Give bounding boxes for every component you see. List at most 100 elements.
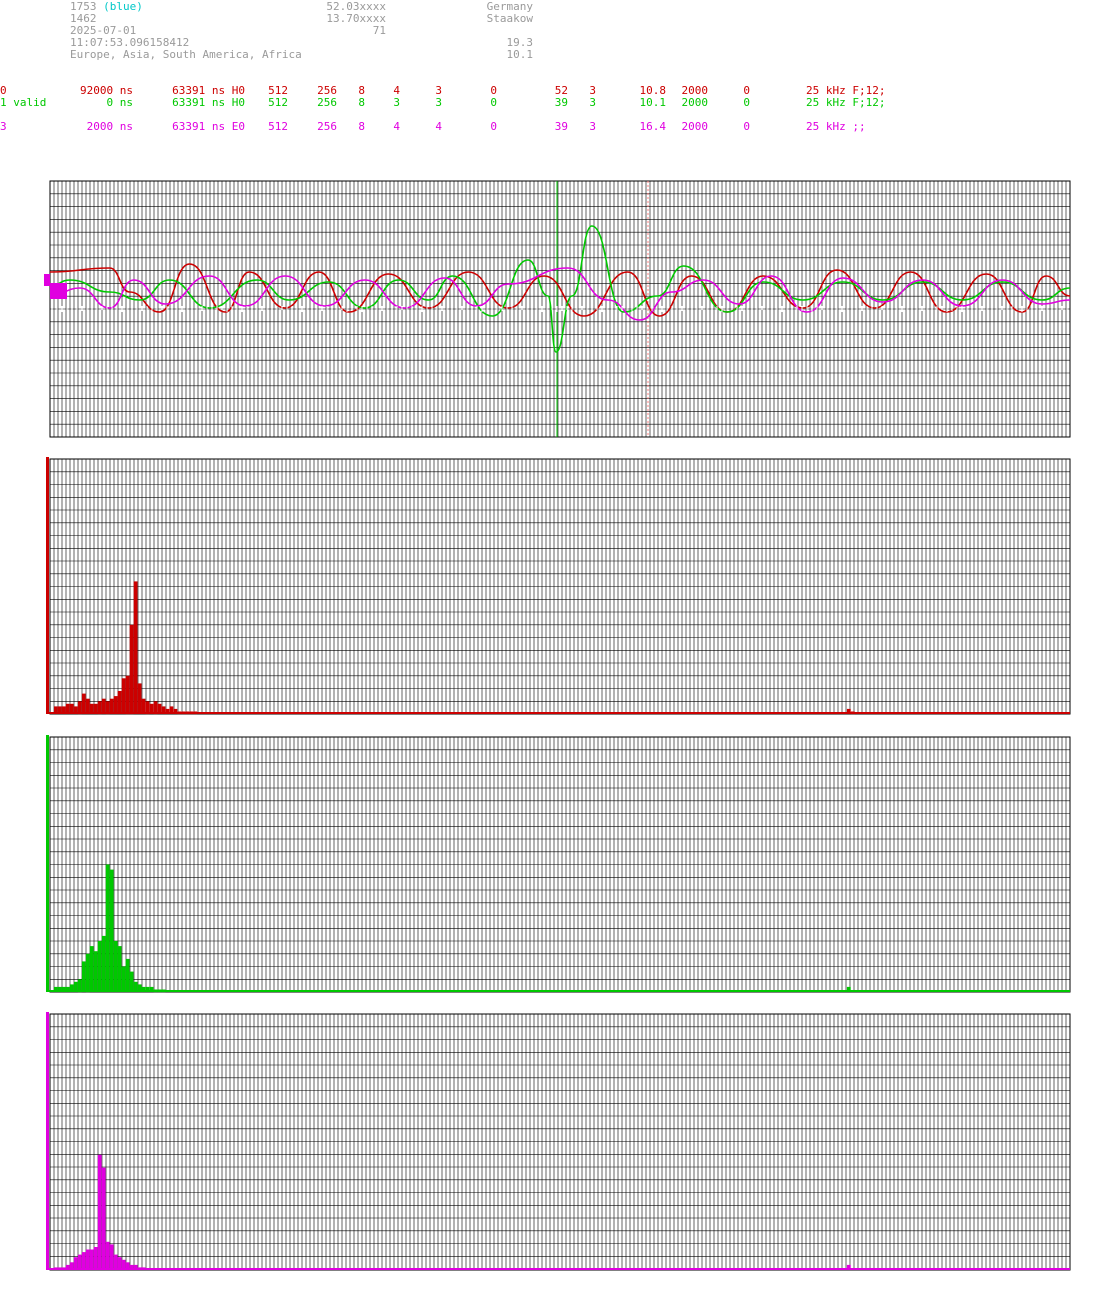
histogram-bar	[121, 1259, 126, 1270]
histogram-bar	[54, 986, 58, 992]
histogram-bar	[153, 989, 158, 993]
histogram-bar	[73, 1257, 78, 1270]
histogram-bar	[137, 984, 142, 992]
histogram-bar	[185, 711, 190, 715]
histogram-bar	[157, 703, 162, 714]
histogram-bar	[113, 696, 118, 714]
histogram-bar	[169, 706, 174, 714]
histogram-bar	[193, 711, 198, 715]
histogram-bar	[157, 989, 162, 993]
histogram-bar	[129, 971, 134, 992]
grid-lines	[49, 458, 1071, 715]
histogram-bar	[113, 941, 118, 992]
histogram-bar	[117, 946, 122, 992]
histogram-bar	[85, 953, 90, 993]
histogram-bar	[109, 869, 114, 992]
histogram-bar	[69, 703, 74, 714]
histogram-axis-bar	[46, 735, 49, 992]
histogram-bar	[97, 701, 102, 715]
histogram-bar	[85, 698, 90, 714]
histogram-bar	[133, 581, 138, 714]
histogram-bar	[177, 711, 182, 715]
charts-canvas	[44, 180, 1071, 1271]
histogram-bar	[846, 986, 851, 992]
histogram-bar	[101, 1167, 106, 1270]
histogram-bar	[129, 1264, 134, 1270]
histogram-bar	[93, 951, 98, 992]
histogram-bar	[62, 1267, 66, 1270]
histogram-bar	[73, 981, 78, 992]
histogram-bar	[105, 864, 110, 992]
histogram-bar	[153, 701, 158, 715]
histogram-bar	[109, 1244, 114, 1270]
histogram-bar	[173, 708, 178, 714]
histogram-bar	[93, 1247, 98, 1270]
histogram-bar	[89, 703, 94, 714]
grid-lines	[49, 736, 1071, 993]
histogram-bar	[85, 1249, 90, 1270]
histogram-bar	[850, 711, 855, 715]
histogram-bar	[117, 1257, 122, 1270]
histogram-bar	[101, 698, 106, 714]
histogram-bar	[145, 701, 150, 715]
histogram-bar	[137, 683, 142, 714]
histogram-bar	[105, 701, 110, 715]
histogram-baseline	[46, 712, 1070, 714]
histogram-bar	[129, 624, 134, 715]
histogram-bar	[54, 706, 58, 714]
histogram-bar	[65, 986, 70, 992]
histogram-bar	[141, 986, 146, 992]
histogram-bar	[145, 986, 150, 992]
histogram-bar	[69, 1262, 74, 1270]
histogram-bar	[81, 961, 86, 992]
histogram-bar	[125, 1262, 130, 1270]
histogram-bar	[109, 698, 114, 714]
histogram-bar	[81, 1252, 86, 1270]
histogram-bar	[141, 1267, 146, 1270]
histogram-bar	[69, 984, 74, 992]
histogram-bar	[97, 1154, 102, 1270]
histogram-bar	[77, 701, 82, 715]
histogram-baseline	[46, 1268, 1070, 1270]
histogram-bar	[161, 706, 166, 714]
histogram-bar	[58, 706, 62, 714]
histogram-bar	[93, 703, 98, 714]
histogram-bar	[846, 1264, 851, 1270]
histogram-bar	[133, 1264, 138, 1270]
histogram-bar	[121, 678, 126, 714]
histogram-bar	[58, 986, 62, 992]
histogram-axis-bar	[46, 1012, 49, 1270]
histogram-bar	[62, 986, 66, 992]
histogram-bar	[97, 941, 102, 992]
histogram-axis-bar	[46, 457, 49, 714]
histogram-bar	[77, 1254, 82, 1270]
histogram-baseline	[46, 990, 1070, 992]
histogram-bar	[89, 946, 94, 992]
histogram-bar	[65, 1264, 70, 1270]
histogram-bar	[149, 986, 154, 992]
histogram-bar	[149, 703, 154, 714]
histogram-bar	[81, 693, 86, 714]
histogram-bar	[77, 979, 82, 993]
histogram-bar	[125, 675, 130, 715]
histogram-bar	[54, 1267, 58, 1270]
histogram-bar	[89, 1249, 94, 1270]
histogram-bar	[181, 711, 186, 715]
histogram-bar	[62, 706, 66, 714]
histogram-bar	[121, 966, 126, 992]
histogram-bar	[133, 981, 138, 992]
histogram-bar	[73, 706, 78, 714]
histogram-bar	[105, 1241, 110, 1270]
histogram-bar	[141, 698, 146, 714]
histogram-bar	[165, 708, 170, 714]
grid-lines	[49, 1013, 1071, 1270]
histogram-bar	[117, 691, 122, 714]
histogram-bar	[113, 1254, 118, 1270]
histogram-bar	[65, 703, 70, 714]
histogram-bar	[137, 1267, 142, 1270]
histogram-bar	[846, 708, 851, 714]
channel-marker-block	[50, 283, 67, 299]
histogram-bar	[161, 989, 166, 993]
histogram-bar	[189, 711, 194, 715]
histogram-bar	[58, 1267, 62, 1270]
